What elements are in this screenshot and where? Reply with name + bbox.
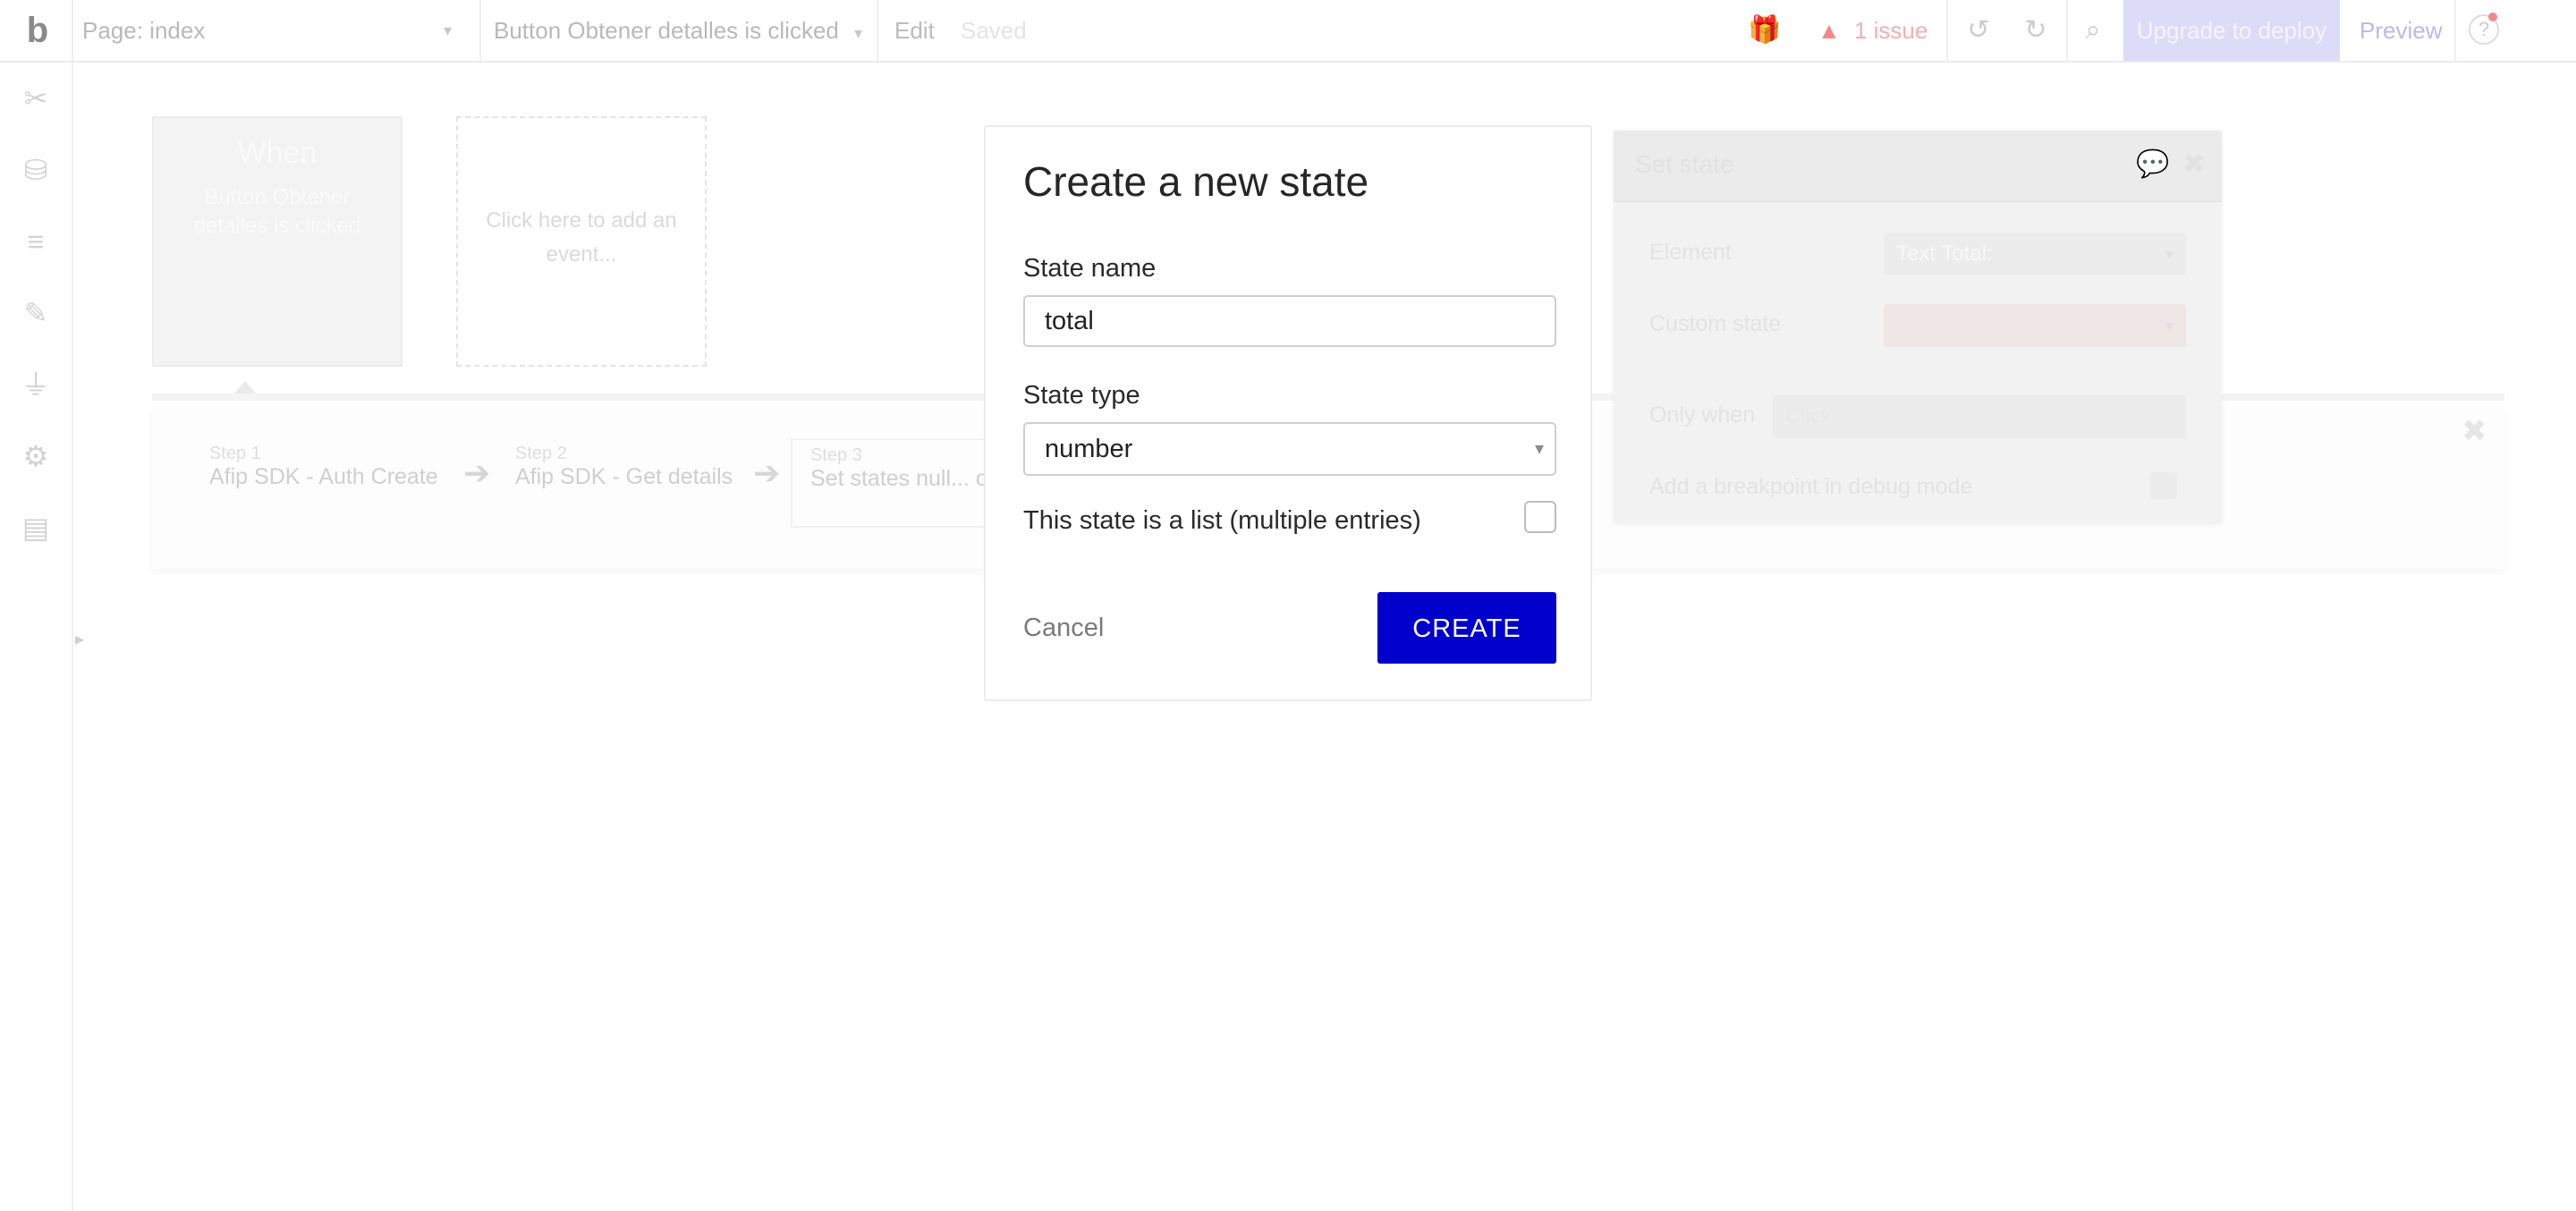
logs-tab-icon[interactable]: ▤ — [18, 510, 54, 546]
chevron-down-icon: ▾ — [2165, 317, 2174, 335]
add-event-card[interactable]: Click here to add an event... — [456, 116, 707, 367]
cancel-button[interactable]: Cancel — [1023, 614, 1104, 643]
create-state-modal: Create a new state State name State type… — [984, 125, 1592, 701]
when-event-card[interactable]: When Button Obtener detalles is clicked — [152, 116, 402, 367]
settings-tab-icon[interactable]: ⚙ — [18, 438, 54, 474]
step-2[interactable]: Step 2 Afip SDK - Get details — [515, 444, 733, 490]
breakpoint-checkbox[interactable] — [2150, 472, 2177, 499]
arrow-right-icon: ➔ — [753, 454, 781, 491]
divider — [1946, 0, 1948, 61]
page-selector[interactable]: Page: index ▾ — [82, 0, 467, 61]
issues-label: 1 issue — [1853, 17, 1928, 44]
only-when-label: Only when — [1649, 402, 1756, 428]
expand-arrow-icon[interactable]: ▸ — [75, 628, 84, 650]
workflow-selector-label: Button Obtener detalles is clicked — [494, 17, 839, 44]
warning-icon: ▲ — [1818, 17, 1841, 44]
notification-dot — [2488, 13, 2497, 21]
upgrade-to-deploy-button[interactable]: Upgrade to deploy — [2123, 0, 2340, 61]
step-1[interactable]: Step 1 Afip SDK - Auth Create — [209, 444, 438, 490]
state-name-input[interactable] — [1023, 295, 1556, 347]
when-title: When — [237, 136, 318, 170]
chevron-down-icon: ▾ — [1534, 439, 1545, 459]
undo-icon[interactable]: ↺ — [1962, 14, 1995, 47]
divider — [2066, 0, 2068, 61]
chevron-down-icon: ▾ — [444, 21, 453, 39]
when-event-label: Button Obtener detalles is clicked — [193, 185, 361, 238]
state-name-label: State name — [1023, 254, 1157, 283]
custom-state-label: Custom state — [1649, 311, 1782, 336]
workflow-selector[interactable]: Button Obtener detalles is clicked ▾ — [494, 0, 869, 61]
state-type-dropdown[interactable]: number ▾ — [1023, 422, 1556, 476]
element-label: Element — [1649, 240, 1732, 265]
redo-icon[interactable]: ↻ — [2020, 14, 2052, 47]
gift-icon[interactable]: 🎁 — [1748, 14, 1781, 47]
preview-button[interactable]: Preview — [2360, 0, 2442, 61]
step-name: Set states null... o — [810, 466, 988, 491]
pointer-caret — [234, 381, 256, 394]
chevron-down-icon: ▾ — [2165, 245, 2174, 263]
list-checkbox-label: This state is a list (multiple entries) — [1023, 506, 1421, 535]
step-3[interactable]: Step 3 Set states null... o — [791, 438, 1005, 528]
only-when-field[interactable]: Click — [1773, 395, 2186, 438]
panel-header: Set state 💬 ✖ — [1614, 131, 2222, 202]
step-number: Step 2 — [515, 444, 567, 463]
comment-icon[interactable]: 💬 — [2136, 148, 2169, 180]
element-dropdown[interactable]: Text Total: ▾ — [1884, 233, 2186, 275]
divider — [479, 0, 481, 61]
bubble-logo[interactable]: b — [18, 7, 57, 54]
styles-tab-icon[interactable]: ✎ — [18, 295, 54, 331]
close-icon[interactable]: ✖ — [2462, 413, 2487, 449]
state-type-value: number — [1045, 435, 1133, 463]
close-icon[interactable]: ✖ — [2182, 148, 2205, 180]
plugins-tab-icon[interactable]: ⏚ — [18, 367, 54, 402]
create-button[interactable]: CREATE — [1377, 592, 1556, 664]
divider — [72, 0, 73, 61]
panel-title: Set state — [1635, 150, 1734, 178]
design-tab-icon[interactable]: ✂ — [18, 80, 54, 116]
edit-menu[interactable]: Edit — [894, 0, 935, 61]
custom-state-dropdown[interactable]: ▾ — [1884, 304, 2186, 347]
state-type-label: State type — [1023, 381, 1140, 410]
element-value: Text Total: — [1896, 241, 1993, 266]
breakpoint-label: Add a breakpoint in debug mode — [1649, 474, 1973, 499]
step-number: Step 3 — [810, 445, 862, 465]
top-bar: b Page: index ▾ Button Obtener detalles … — [0, 0, 2576, 63]
search-icon[interactable]: ⌕ — [2077, 14, 2109, 47]
step-number: Step 1 — [209, 444, 261, 463]
saved-status: Saved — [961, 17, 1027, 44]
divider — [877, 0, 878, 61]
chevron-down-icon: ▾ — [854, 24, 863, 42]
step-name: Afip SDK - Auth Create — [209, 464, 438, 489]
issues-indicator[interactable]: ▲ 1 issue — [1818, 0, 1928, 61]
divider — [2454, 0, 2456, 61]
page-selector-label: Page: index — [82, 17, 206, 44]
data-tab-icon[interactable]: ≡ — [18, 224, 54, 259]
arrow-right-icon: ➔ — [463, 454, 491, 491]
set-state-panel: Set state 💬 ✖ Element Text Total: ▾ Cust… — [1614, 131, 2222, 524]
left-rail: ✂ ⛁ ≡ ✎ ⏚ ⚙ ▤ ▸ — [0, 63, 84, 1211]
step-name: Afip SDK - Get details — [515, 464, 733, 489]
modal-title: Create a new state — [1023, 158, 1369, 205]
workflow-tab-icon[interactable]: ⛁ — [18, 152, 54, 188]
list-checkbox[interactable] — [1524, 501, 1556, 533]
